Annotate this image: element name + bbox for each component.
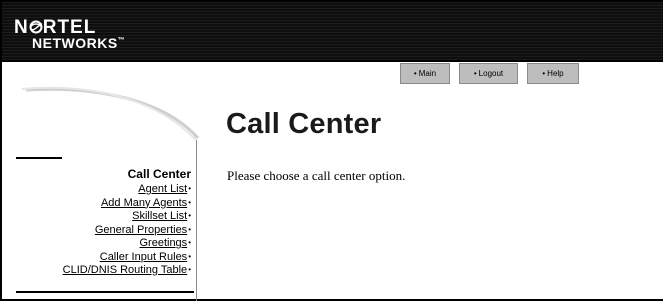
bullet-icon: • bbox=[188, 251, 191, 261]
bullet-icon: • bbox=[188, 211, 191, 220]
sidebar-item-agent-list: Agent List• bbox=[63, 182, 191, 196]
clid-dnis-routing-table-link[interactable]: CLID/DNIS Routing Table bbox=[63, 264, 188, 276]
sidebar-item-general-properties: General Properties• bbox=[63, 223, 191, 237]
sidebar-divider bbox=[196, 140, 197, 301]
header-banner: N RTEL NETWORKS™ bbox=[2, 2, 663, 60]
globe-icon bbox=[29, 20, 43, 34]
nortel-networks-logo: N RTEL NETWORKS™ bbox=[14, 18, 125, 50]
help-button[interactable]: • Help bbox=[527, 63, 579, 84]
trademark-mark: ™ bbox=[117, 37, 126, 44]
logo-letter-n: N bbox=[14, 17, 29, 38]
sidebar-item-greetings: Greetings• bbox=[63, 236, 191, 250]
logout-button[interactable]: • Logout bbox=[459, 63, 518, 84]
sidebar-menu: Call Center Agent List• Add Many Agents•… bbox=[63, 167, 191, 277]
bullet-icon: • bbox=[188, 224, 191, 234]
skillset-list-link[interactable]: Skillset List bbox=[132, 210, 187, 222]
sidebar-bottom-rule bbox=[16, 291, 194, 293]
sidebar-item-skillset-list: Skillset List• bbox=[63, 209, 191, 223]
agent-list-link[interactable]: Agent List bbox=[138, 183, 187, 195]
logout-button-label: Logout bbox=[478, 69, 504, 78]
add-many-agents-link[interactable]: Add Many Agents bbox=[101, 197, 187, 209]
sidebar-item-clid-dnis-routing-table: CLID/DNIS Routing Table• bbox=[63, 263, 191, 277]
bullet-icon: • bbox=[473, 69, 477, 78]
bullet-icon: • bbox=[188, 197, 191, 207]
page-title: Call Center bbox=[226, 108, 382, 140]
bullet-icon: • bbox=[188, 238, 191, 247]
decorative-swoosh bbox=[21, 86, 200, 141]
help-button-label: Help bbox=[547, 69, 564, 78]
bullet-icon: • bbox=[413, 69, 417, 78]
sidebar-heading: Call Center bbox=[127, 167, 191, 181]
main-button-label: Main bbox=[418, 69, 437, 78]
bullet-icon: • bbox=[188, 184, 191, 193]
general-properties-link[interactable]: General Properties bbox=[95, 224, 187, 236]
main-button[interactable]: • Main bbox=[400, 63, 450, 84]
logo-networks: NETWORKS bbox=[32, 35, 118, 51]
bullet-icon: • bbox=[188, 265, 191, 274]
page-instruction: Please choose a call center option. bbox=[227, 168, 406, 183]
greetings-link[interactable]: Greetings bbox=[139, 237, 187, 249]
bullet-icon: • bbox=[542, 69, 546, 78]
sidebar-top-rule bbox=[16, 157, 62, 159]
sidebar-item-caller-input-rules: Caller Input Rules• bbox=[63, 250, 191, 264]
sidebar-item-add-many-agents: Add Many Agents• bbox=[63, 196, 191, 210]
caller-input-rules-link[interactable]: Caller Input Rules bbox=[100, 251, 187, 263]
